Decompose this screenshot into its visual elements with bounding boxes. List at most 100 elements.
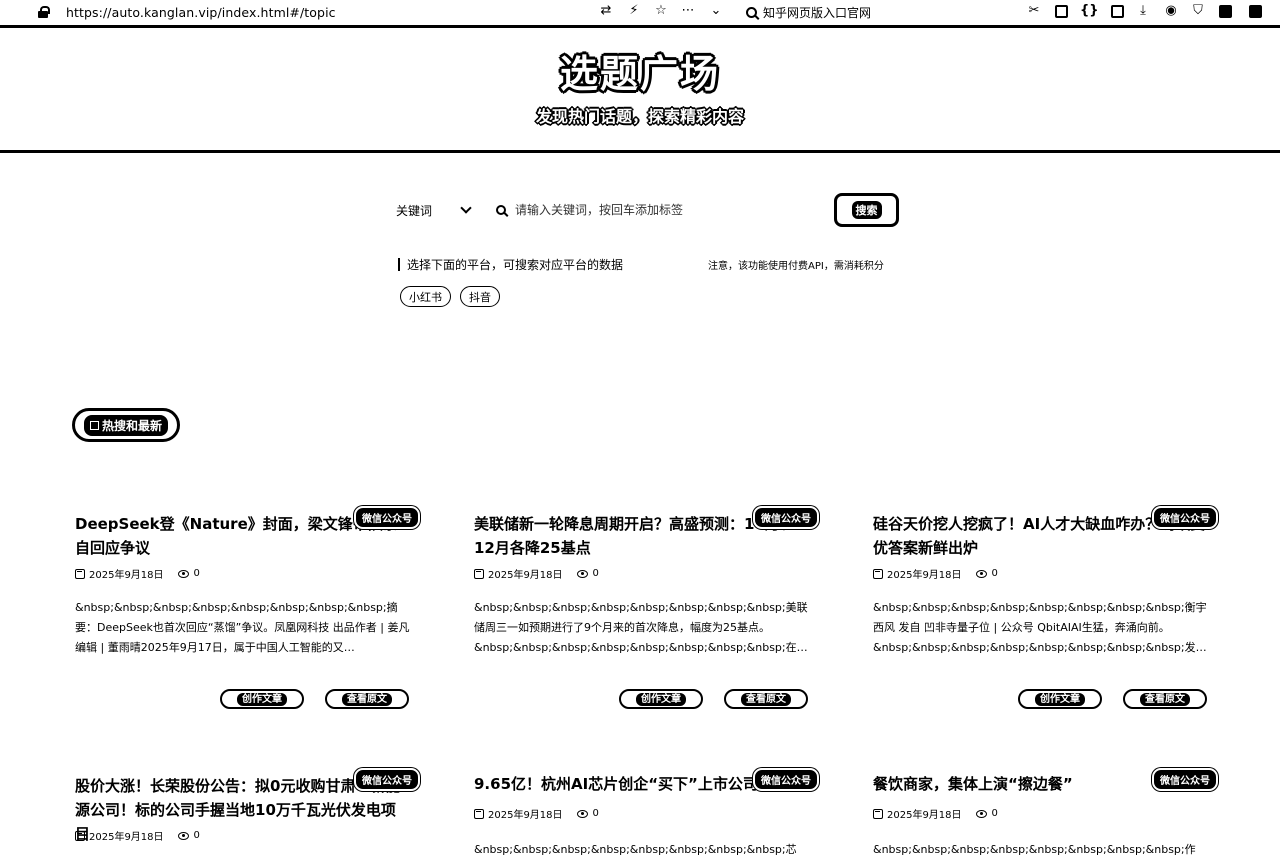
eye-icon xyxy=(177,831,189,840)
page-subtitle: 发现热门话题，探索精彩内容 xyxy=(535,107,744,126)
grid-icon[interactable] xyxy=(1111,5,1124,18)
card-views: 0 xyxy=(193,830,200,841)
card-meta: 2025年9月18日 0 xyxy=(75,828,200,843)
hot-latest-label: 热搜和最新 xyxy=(101,418,162,433)
source-badge: 微信公众号 xyxy=(753,506,819,529)
view-original-button[interactable]: 查看原文 xyxy=(325,689,409,709)
calendar-icon xyxy=(75,568,85,579)
source-badge: 微信公众号 xyxy=(1152,768,1218,791)
browser-toolbar: https://auto.kanglan.vip/index.html#/top… xyxy=(0,0,1280,28)
browser-search-text: 知乎网页版入口官网 xyxy=(763,6,872,20)
card-date: 2025年9月18日 xyxy=(89,832,164,843)
search-button[interactable]: 搜索 xyxy=(834,193,899,227)
shield-icon[interactable]: ⛉ xyxy=(1190,3,1206,19)
search-field[interactable] xyxy=(496,200,826,220)
browser-search[interactable]: 知乎网页版入口官网 xyxy=(746,4,871,21)
card-meta: 2025年9月18日 0 xyxy=(474,806,599,821)
chevron-down-icon[interactable]: ⌄ xyxy=(708,3,724,19)
create-article-button[interactable]: 创作文章 xyxy=(220,689,304,709)
search-icon xyxy=(746,7,757,18)
create-article-button[interactable]: 创作文章 xyxy=(1018,689,1102,709)
platform-chip-xiaohongshu[interactable]: 小红书 xyxy=(400,286,451,307)
platform-hint: 选择下面的平台，可搜索对应平台的数据 xyxy=(398,256,623,273)
translate-icon[interactable]: ⇄ xyxy=(598,3,614,19)
api-note: 注意，该功能使用付费API，需消耗积分 xyxy=(708,261,884,272)
platform-hint-text: 选择下面的平台，可搜索对应平台的数据 xyxy=(407,258,624,272)
scissors-icon[interactable]: ✂ xyxy=(1026,3,1042,19)
card-meta: 2025年9月18日 0 xyxy=(75,566,200,581)
create-article-label: 创作文章 xyxy=(636,692,686,706)
star-icon[interactable]: ☆ xyxy=(653,3,669,19)
card-excerpt: &nbsp;&nbsp;&nbsp;&nbsp;&nbsp;&nbsp;&nbs… xyxy=(474,843,797,856)
lightning-icon[interactable]: ⚡ xyxy=(626,3,642,19)
search-type-select[interactable]: 关键词 xyxy=(396,202,432,219)
bookmark-icon[interactable] xyxy=(1219,5,1232,18)
download-icon[interactable]: ⤓ xyxy=(1135,3,1151,19)
card-date: 2025年9月18日 xyxy=(89,570,164,581)
view-original-label: 查看原文 xyxy=(1140,692,1190,706)
lock-icon xyxy=(38,6,50,18)
card-date: 2025年9月18日 xyxy=(887,810,962,821)
topic-card: 餐饮商家，集体上演“擦边餐” 微信公众号 2025年9月18日 0 &nbsp;… xyxy=(873,768,1218,862)
search-type-label: 关键词 xyxy=(396,204,433,218)
checkbox-icon xyxy=(89,420,99,430)
search-button-label: 搜索 xyxy=(851,201,882,219)
source-badge: 微信公众号 xyxy=(1152,506,1218,529)
card-date: 2025年9月18日 xyxy=(488,570,563,581)
card-views: 0 xyxy=(592,808,599,819)
source-badge: 微信公众号 xyxy=(354,506,420,529)
address-bar[interactable]: https://auto.kanglan.vip/index.html#/top… xyxy=(66,5,336,20)
more-icon[interactable]: ⋯ xyxy=(680,3,696,19)
eye-icon xyxy=(975,569,987,578)
topic-card: 股价大涨！长荣股份公告：拟0元收购甘肃一新能源公司！标的公司手握当地10万千瓦光… xyxy=(75,768,420,862)
card-actions: 创作文章 查看原文 xyxy=(873,689,1218,709)
card-actions: 创作文章 查看原文 xyxy=(474,689,819,709)
topic-card: 美联储新一轮降息周期开启？高盛预测：10月、12月各降25基点 微信公众号 20… xyxy=(474,506,819,712)
card-meta: 2025年9月18日 0 xyxy=(873,806,998,821)
card-date: 2025年9月18日 xyxy=(488,810,563,821)
card-date: 2025年9月18日 xyxy=(887,570,962,581)
card-excerpt: &nbsp;&nbsp;&nbsp;&nbsp;&nbsp;&nbsp;&nbs… xyxy=(873,601,1207,654)
view-original-button[interactable]: 查看原文 xyxy=(724,689,808,709)
card-meta: 2025年9月18日 0 xyxy=(873,566,998,581)
page-header: 选题广场 发现热门话题，探索精彩内容 xyxy=(0,31,1280,153)
page-title: 选题广场 xyxy=(559,52,720,96)
card-meta: 2025年9月18日 0 xyxy=(474,566,599,581)
chevron-down-icon[interactable] xyxy=(460,202,472,214)
create-article-button[interactable]: 创作文章 xyxy=(619,689,703,709)
eye-icon xyxy=(576,569,588,578)
calendar-icon xyxy=(873,808,883,819)
card-actions: 创作文章 查看原文 xyxy=(75,689,420,709)
card-views: 0 xyxy=(991,808,998,819)
screenshot-icon[interactable] xyxy=(1055,5,1068,18)
card-views: 0 xyxy=(193,568,200,579)
eye-icon xyxy=(576,809,588,818)
calendar-icon xyxy=(873,568,883,579)
topic-card: DeepSeek登《Nature》封面，梁文锋带队亲自回应争议 微信公众号 20… xyxy=(75,506,420,712)
topic-card: 硅谷天价挖人挖疯了！AI人才大缺血咋办？蚂蚁受优答案新鲜出炉 微信公众号 202… xyxy=(873,506,1218,712)
view-original-label: 查看原文 xyxy=(741,692,791,706)
extension-icon[interactable] xyxy=(1249,5,1262,18)
topic-card: 9.65亿！杭州AI芯片创企“买下”上市公司 微信公众号 2025年9月18日 … xyxy=(474,768,819,862)
braces-icon[interactable]: {} xyxy=(1080,3,1099,19)
create-article-label: 创作文章 xyxy=(237,692,287,706)
search-icon xyxy=(496,205,506,215)
calendar-icon xyxy=(474,568,484,579)
view-original-label: 查看原文 xyxy=(342,692,392,706)
source-badge: 微信公众号 xyxy=(753,768,819,791)
eye-icon xyxy=(975,809,987,818)
hot-latest-toggle[interactable]: 热搜和最新 xyxy=(72,408,180,442)
card-excerpt: &nbsp;&nbsp;&nbsp;&nbsp;&nbsp;&nbsp;&nbs… xyxy=(474,601,808,654)
source-badge: 微信公众号 xyxy=(354,768,420,791)
account-icon[interactable]: ◉ xyxy=(1163,3,1179,19)
platform-chip-douyin[interactable]: 抖音 xyxy=(460,286,500,307)
card-excerpt: &nbsp;&nbsp;&nbsp;&nbsp;&nbsp;&nbsp;&nbs… xyxy=(873,843,1196,856)
view-original-button[interactable]: 查看原文 xyxy=(1123,689,1207,709)
calendar-icon xyxy=(474,808,484,819)
search-input[interactable] xyxy=(515,203,815,217)
platform-chips: 小红书 抖音 xyxy=(400,286,500,307)
card-excerpt: &nbsp;&nbsp;&nbsp;&nbsp;&nbsp;&nbsp;&nbs… xyxy=(75,601,410,654)
hint-bar xyxy=(398,258,400,271)
eye-icon xyxy=(177,569,189,578)
card-views: 0 xyxy=(991,568,998,579)
